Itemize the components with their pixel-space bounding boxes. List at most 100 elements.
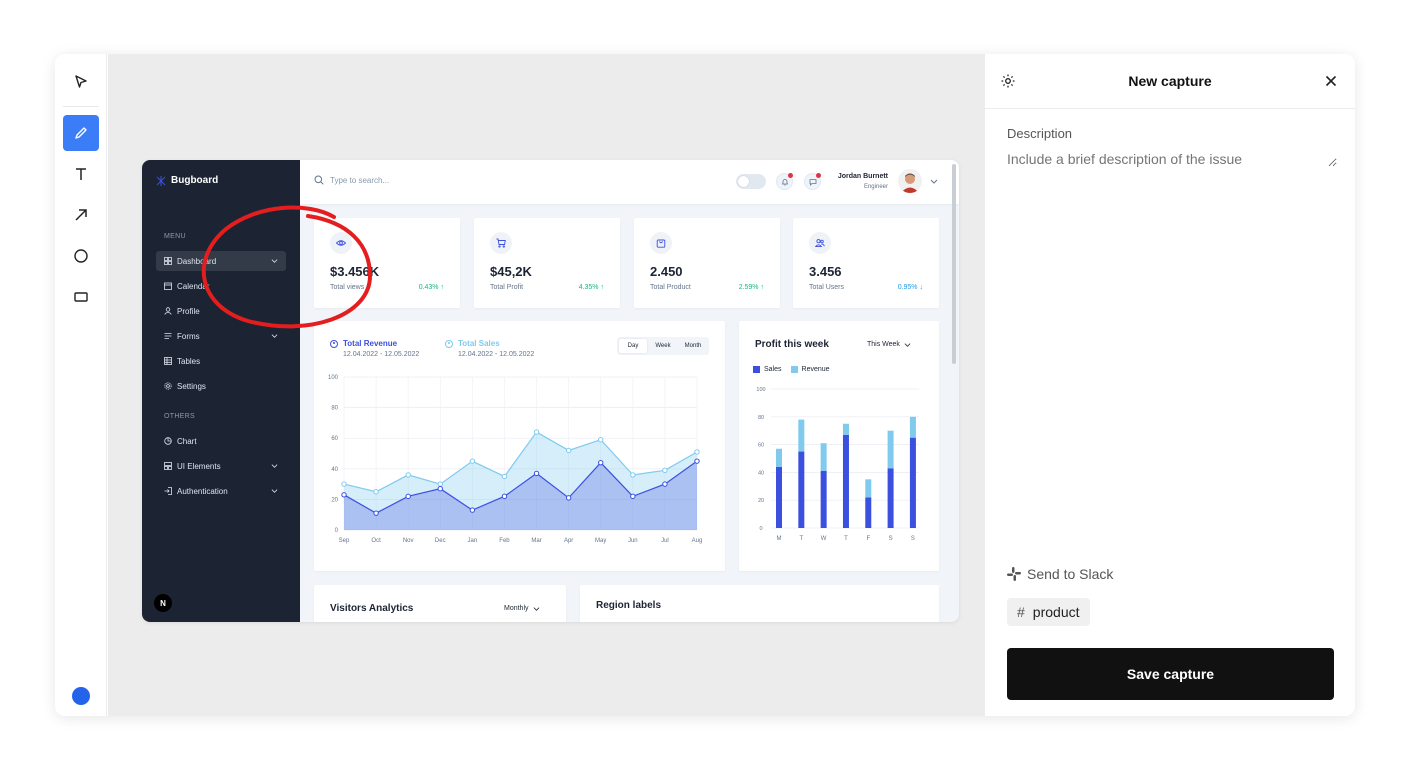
- stat-change: 0.95% ↓: [897, 284, 923, 291]
- description-input[interactable]: [1007, 151, 1337, 167]
- profit-chart-card: Profit this week This Week Sales Revenue…: [739, 321, 939, 571]
- sidebar-item-label: Authentication: [177, 486, 228, 496]
- bag-icon: [656, 239, 666, 248]
- visitors-filter-dropdown[interactable]: Monthly: [504, 605, 540, 612]
- y-tick-label: 40: [331, 467, 338, 473]
- x-tick-label: T: [844, 536, 848, 542]
- page-scrollbar[interactable]: [952, 164, 956, 364]
- stat-label: Total Product: [650, 284, 691, 291]
- sidebar-item-chart[interactable]: Chart: [156, 431, 286, 451]
- data-point: [598, 459, 604, 466]
- calendar-icon: [164, 282, 172, 290]
- data-point: [405, 493, 411, 500]
- legend-total-revenue: Total Revenue: [330, 339, 397, 348]
- y-tick-label: 0: [335, 528, 339, 534]
- x-tick-label: Oct: [371, 538, 381, 544]
- stat-label: Total Profit: [490, 284, 524, 291]
- sidebar-item-profile[interactable]: Profile: [156, 301, 286, 321]
- arrow-icon: [75, 209, 87, 221]
- chevron-down-icon: [271, 489, 278, 493]
- bar-revenue: [842, 423, 849, 435]
- range-tab-month[interactable]: Month: [679, 339, 707, 353]
- sidebar-item-calendar[interactable]: Calendar: [156, 276, 286, 296]
- range-selector: Day Week Month: [617, 337, 709, 355]
- stat-icon-wrap: [650, 232, 672, 254]
- bar-revenue: [887, 430, 894, 469]
- capture-canvas[interactable]: Bugboard MENU Dashboard Calendar Profile: [108, 54, 984, 716]
- circle-tool-button[interactable]: [63, 238, 99, 274]
- y-tick-label: 20: [758, 498, 764, 504]
- stat-value: 2.450: [650, 264, 683, 279]
- stat-card-profit: $45,2K Total Profit 4.35% ↑: [474, 218, 620, 308]
- forms-icon: [164, 333, 172, 339]
- chevron-down-icon[interactable]: [930, 177, 938, 185]
- sidebar-item-label: Tables: [177, 356, 201, 366]
- data-point: [565, 447, 572, 454]
- sidebar-item-label: Dashboard: [177, 256, 217, 266]
- rectangle-tool-button[interactable]: [63, 279, 99, 315]
- x-tick-label: Aug: [692, 538, 703, 544]
- bar-revenue: [776, 448, 782, 467]
- pie-icon: [164, 437, 172, 445]
- sidebar-item-ui-elements[interactable]: UI Elements: [156, 456, 286, 476]
- sidebar-item-dashboard[interactable]: Dashboard: [156, 251, 286, 271]
- brand-name: Bugboard: [171, 175, 219, 186]
- data-point: [501, 473, 508, 480]
- legend-date-range: 12.04.2022 - 12.05.2022: [343, 351, 420, 358]
- close-icon[interactable]: [1323, 73, 1339, 89]
- data-point: [662, 481, 668, 487]
- stat-label: Total Users: [809, 284, 845, 291]
- text-tool-button[interactable]: [63, 156, 99, 192]
- send-to-slack[interactable]: Send to Slack: [1007, 566, 1113, 582]
- save-capture-button[interactable]: Save capture: [1007, 648, 1334, 700]
- notification-dot: [788, 173, 793, 178]
- user-role: Engineer: [863, 184, 888, 190]
- y-tick-label: 60: [331, 436, 338, 442]
- range-tab-week[interactable]: Week: [649, 339, 677, 353]
- data-point: [533, 429, 540, 435]
- sidebar-item-settings[interactable]: Settings: [156, 376, 286, 396]
- stat-card-product: 2.450 Total Product 2.59% ↑: [634, 218, 780, 308]
- arrow-tool-button[interactable]: [63, 197, 99, 233]
- select-tool-button[interactable]: [63, 64, 99, 100]
- stat-icon-wrap: [809, 232, 831, 254]
- dark-mode-toggle[interactable]: [736, 174, 766, 189]
- slack-channel-chip[interactable]: # product: [1007, 598, 1090, 626]
- x-tick-label: Jan: [468, 538, 478, 544]
- color-picker[interactable]: [72, 687, 90, 705]
- chevron-down-icon: [271, 464, 278, 468]
- y-tick-label: 100: [328, 375, 339, 381]
- data-point: [437, 481, 443, 487]
- notification-button[interactable]: [776, 173, 793, 190]
- bar-sales: [842, 434, 849, 528]
- avatar[interactable]: [898, 169, 922, 193]
- user-icon: [164, 307, 172, 315]
- sidebar-item-authentication[interactable]: Authentication: [156, 481, 286, 501]
- search-box[interactable]: Type to search...: [314, 175, 389, 185]
- avatar-icon: [901, 173, 919, 193]
- bell-icon: [781, 178, 788, 185]
- profit-filter-dropdown[interactable]: This Week: [867, 341, 911, 348]
- region-card: Region labels: [580, 585, 939, 622]
- logo-icon: [156, 175, 166, 186]
- legend-swatch: [753, 366, 760, 373]
- sidebar-item-forms[interactable]: Forms: [156, 326, 286, 346]
- legend-swatch: [790, 366, 798, 373]
- circle-icon: [74, 249, 88, 263]
- gear-icon: [164, 382, 172, 390]
- pen-tool-button[interactable]: [63, 115, 99, 151]
- data-point: [469, 458, 476, 464]
- tool-divider: [63, 106, 99, 107]
- messages-button[interactable]: [804, 173, 821, 190]
- sidebar-item-tables[interactable]: Tables: [156, 351, 286, 371]
- data-point: [437, 485, 443, 492]
- stat-change: 4.35% ↑: [578, 284, 604, 291]
- range-tab-day[interactable]: Day: [619, 339, 647, 353]
- legend-name: Revenue: [801, 366, 830, 373]
- x-tick-label: S: [889, 536, 893, 542]
- stat-label: Total views: [330, 284, 365, 291]
- captured-screenshot: Bugboard MENU Dashboard Calendar Profile: [142, 160, 959, 622]
- filter-value: This Week: [867, 341, 900, 348]
- chevron-down-icon: [533, 607, 539, 611]
- bar-revenue: [909, 416, 916, 438]
